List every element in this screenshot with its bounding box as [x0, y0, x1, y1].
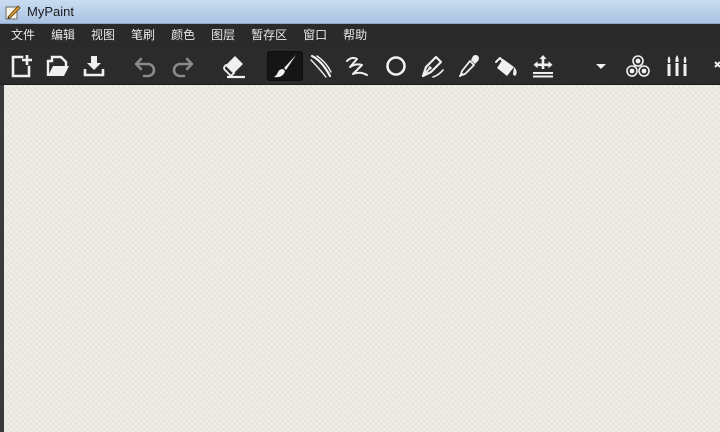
inking-tool-icon [310, 54, 332, 78]
redo-button[interactable] [164, 51, 200, 81]
pan-view-icon [533, 55, 553, 78]
toolbar-overflow-button[interactable] [706, 51, 720, 81]
ellipse-tool-icon [386, 56, 406, 76]
freehand-brush-button[interactable] [267, 51, 303, 81]
freehand-brush-icon [274, 55, 296, 78]
fill-bucket-button[interactable] [488, 51, 524, 81]
fill-bucket-icon [495, 57, 517, 76]
ellipse-tool-button[interactable] [378, 51, 414, 81]
pen-nib-button[interactable] [414, 51, 450, 81]
menu-help[interactable]: 帮助 [335, 24, 375, 47]
drawing-canvas[interactable] [4, 85, 720, 432]
connected-lines-icon [346, 56, 368, 76]
eraser-icon [223, 56, 245, 79]
redo-icon [172, 57, 194, 78]
undo-button[interactable] [128, 51, 164, 81]
new-document-button[interactable] [4, 51, 40, 81]
undo-icon [134, 57, 156, 78]
brush-group-icon [667, 55, 687, 76]
open-document-icon [46, 55, 69, 76]
menu-view[interactable]: 视图 [83, 24, 123, 47]
menu-edit[interactable]: 编辑 [43, 24, 83, 47]
settings-icon [714, 61, 720, 68]
menu-bar: 文件 编辑 视图 笔刷 颜色 图层 暂存区 窗口 帮助 [0, 24, 720, 47]
window-title: MyPaint [27, 4, 74, 19]
pan-view-button[interactable] [525, 51, 561, 81]
eraser-button[interactable] [216, 51, 252, 81]
toolbar-overflow-dropdown[interactable] [586, 51, 616, 81]
color-picker-icon [459, 55, 479, 77]
inking-tool-button[interactable] [303, 51, 339, 81]
pen-nib-icon [421, 55, 444, 78]
menu-color[interactable]: 颜色 [163, 24, 203, 47]
menu-layer[interactable]: 图层 [203, 24, 243, 47]
color-picker-button[interactable] [451, 51, 487, 81]
menu-file[interactable]: 文件 [3, 24, 43, 47]
mypaint-app-icon [5, 4, 21, 20]
color-palette-button[interactable] [620, 51, 656, 81]
color-circles-icon [626, 55, 650, 77]
connected-lines-button[interactable] [339, 51, 375, 81]
main-toolbar [0, 47, 720, 85]
menu-scratchpad[interactable]: 暂存区 [243, 24, 295, 47]
title-bar: MyPaint [0, 0, 720, 24]
save-document-icon [83, 56, 105, 77]
dropdown-arrow-icon [596, 64, 606, 69]
menu-window[interactable]: 窗口 [295, 24, 335, 47]
menu-brush[interactable]: 笔刷 [123, 24, 163, 47]
save-document-button[interactable] [76, 51, 112, 81]
new-document-icon [11, 55, 32, 78]
open-document-button[interactable] [40, 51, 76, 81]
brush-group-button[interactable] [659, 51, 695, 81]
